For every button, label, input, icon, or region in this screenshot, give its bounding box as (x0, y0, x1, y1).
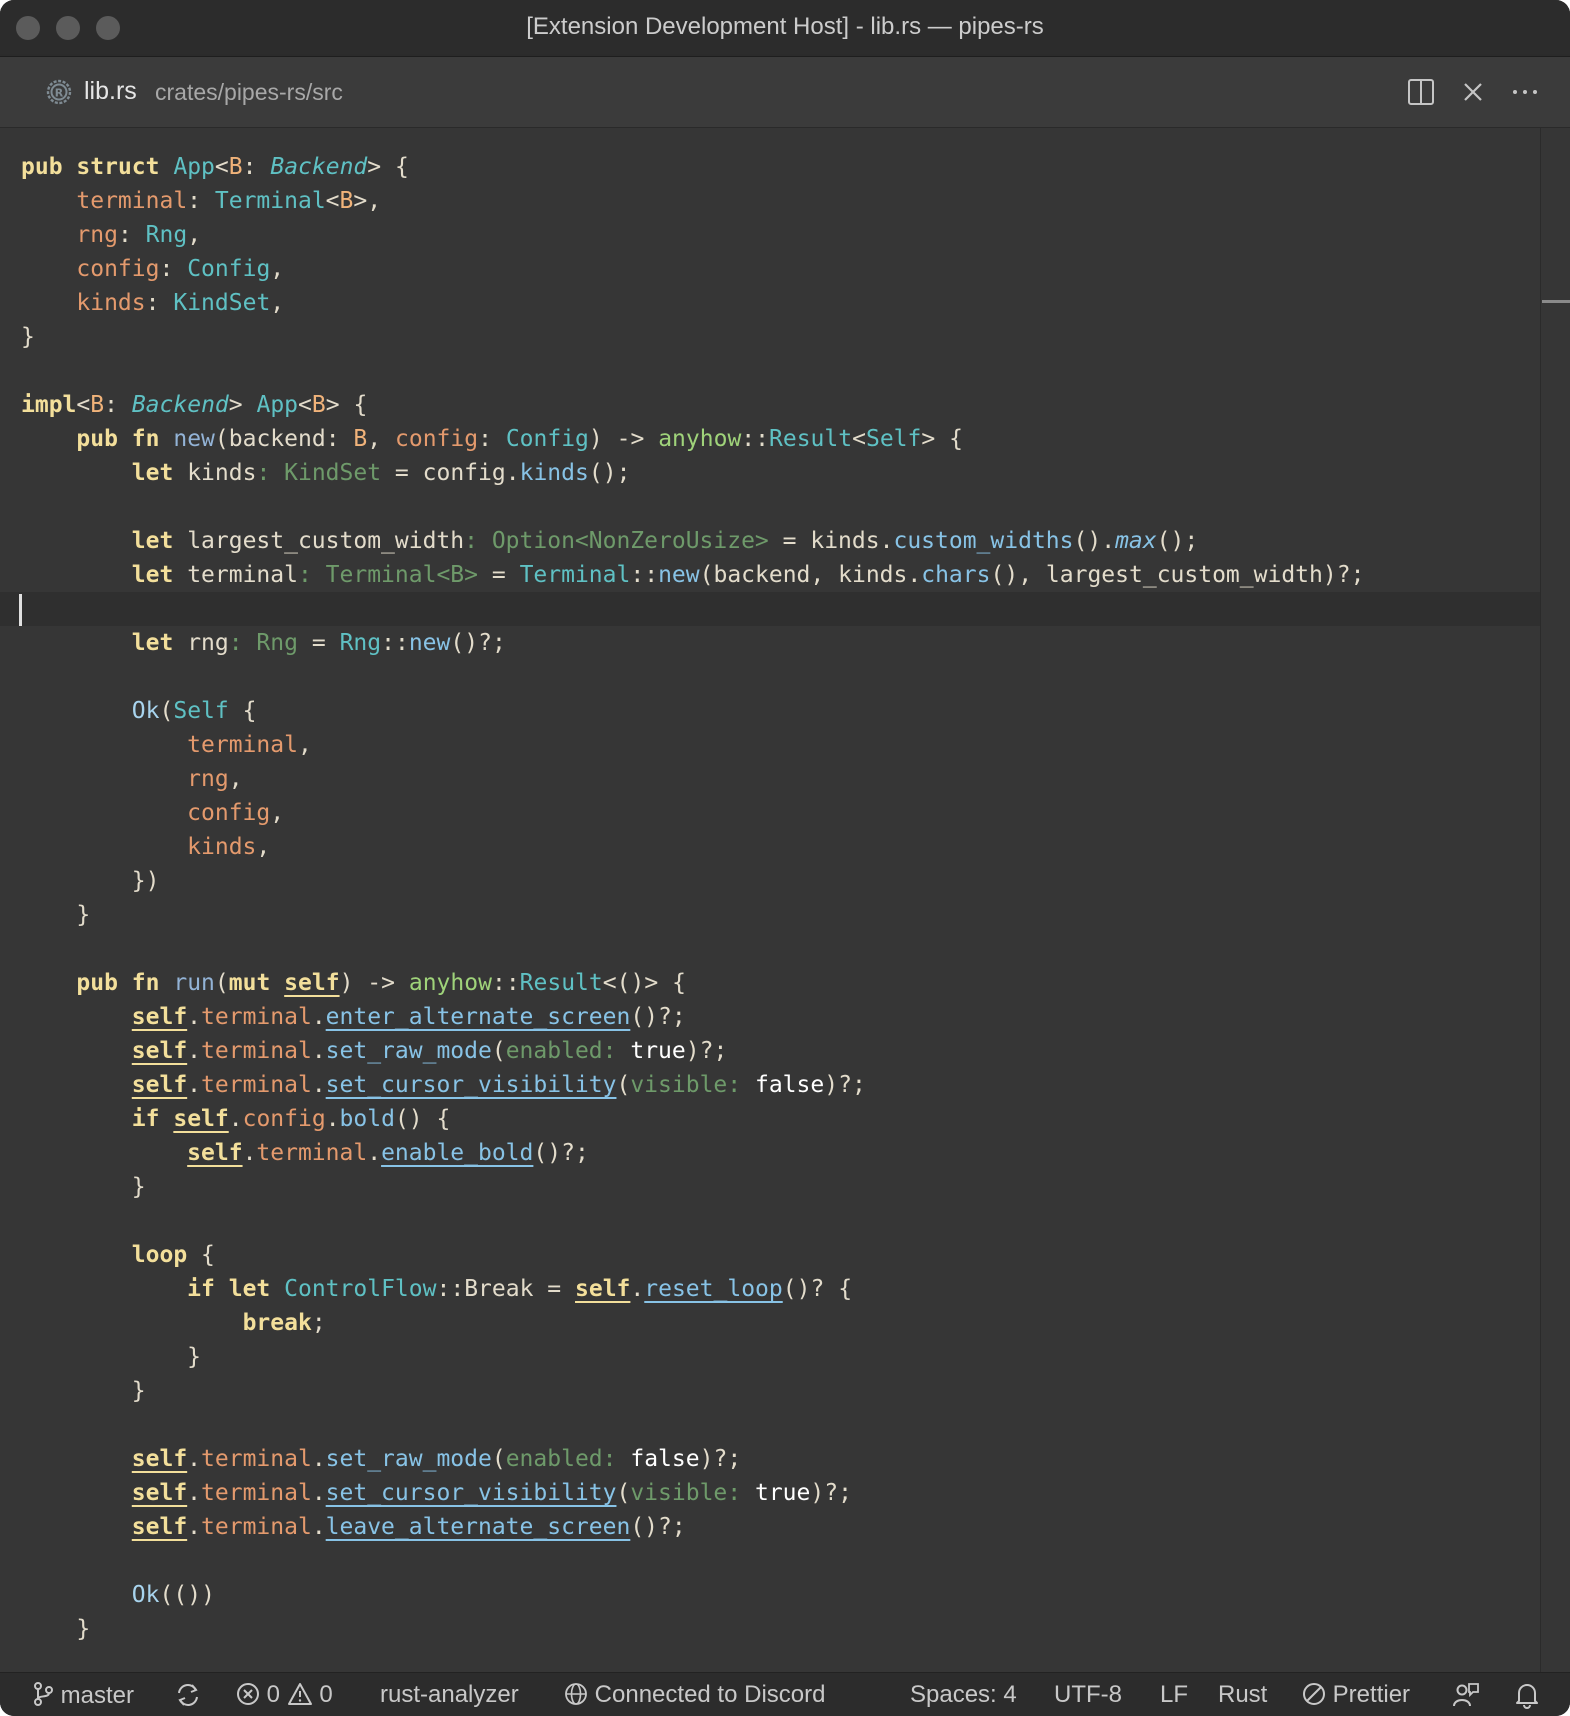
error-icon (237, 1683, 259, 1705)
warning-icon (287, 1683, 312, 1705)
code-editor[interactable]: pub struct App<B: Backend> { terminal: T… (0, 128, 1570, 1672)
code-line[interactable]: } (21, 320, 1364, 354)
code-line[interactable]: kinds, (21, 830, 1364, 864)
code-content[interactable]: pub struct App<B: Backend> { terminal: T… (21, 150, 1364, 1646)
status-bar: master 0 0 rust-analyzer Connected to Di… (0, 1672, 1570, 1716)
more-actions-icon[interactable] (1510, 77, 1540, 107)
language-server-status[interactable]: rust-analyzer (380, 1681, 519, 1709)
vertical-scrollbar[interactable] (1540, 128, 1541, 1672)
feedback-icon[interactable] (1452, 1681, 1480, 1712)
code-line[interactable]: ​ (21, 932, 1364, 966)
code-line[interactable]: config, (21, 796, 1364, 830)
prettier-status[interactable]: Prettier (1302, 1681, 1410, 1709)
title-bar: [Extension Development Host] - lib.rs — … (0, 0, 1570, 57)
code-line[interactable]: } (21, 1374, 1364, 1408)
code-line[interactable]: self.terminal.set_cursor_visibility(visi… (21, 1476, 1364, 1510)
code-line[interactable]: kinds: KindSet, (21, 286, 1364, 320)
code-line[interactable]: pub struct App<B: Backend> { (21, 150, 1364, 184)
code-line[interactable]: let rng: Rng = Rng::new()?; (21, 626, 1364, 660)
language-mode[interactable]: Rust (1218, 1681, 1267, 1709)
discord-status-label: Connected to Discord (594, 1681, 826, 1708)
code-line[interactable]: ​ (21, 1408, 1364, 1442)
code-line[interactable]: ​ (21, 1204, 1364, 1238)
code-line[interactable]: ​ (21, 592, 1364, 626)
scrollbar-cursor-marker (1542, 300, 1570, 303)
code-line[interactable]: impl<B: Backend> App<B> { (21, 388, 1364, 422)
sync-icon[interactable] (174, 1681, 202, 1712)
code-line[interactable]: self.terminal.leave_alternate_screen()?; (21, 1510, 1364, 1544)
code-line[interactable]: rng: Rng, (21, 218, 1364, 252)
code-line[interactable]: ​ (21, 354, 1364, 388)
tab-bar: R lib.rs crates/pipes-rs/src (0, 57, 1570, 128)
code-line[interactable]: loop { (21, 1238, 1364, 1272)
split-editor-icon[interactable] (1406, 77, 1436, 107)
error-count: 0 (266, 1681, 281, 1708)
code-line[interactable]: let kinds: KindSet = config.kinds(); (21, 456, 1364, 490)
code-line[interactable]: terminal: Terminal<B>, (21, 184, 1364, 218)
problems-indicator[interactable]: 0 0 (236, 1681, 333, 1709)
code-line[interactable]: ​ (21, 490, 1364, 524)
globe-icon (565, 1683, 587, 1705)
code-line[interactable]: pub fn new(backend: B, config: Config) -… (21, 422, 1364, 456)
prettier-label: Prettier (1332, 1681, 1411, 1708)
notifications-bell-icon[interactable] (1514, 1681, 1540, 1712)
window-title: [Extension Development Host] - lib.rs — … (526, 13, 1044, 40)
tab-filename[interactable]: lib.rs (84, 77, 137, 106)
indentation-status[interactable]: Spaces: 4 (910, 1681, 1017, 1709)
code-line[interactable]: if let ControlFlow::Break = self.reset_l… (21, 1272, 1364, 1306)
editor-window: [Extension Development Host] - lib.rs — … (0, 0, 1570, 1716)
code-line[interactable]: self.terminal.set_raw_mode(enabled: fals… (21, 1442, 1364, 1476)
code-line[interactable]: if self.config.bold() { (21, 1102, 1364, 1136)
code-line[interactable]: let terminal: Terminal<B> = Terminal::ne… (21, 558, 1365, 592)
discord-status[interactable]: Connected to Discord (564, 1681, 825, 1709)
encoding-status[interactable]: UTF-8 (1054, 1681, 1122, 1709)
code-line[interactable]: rng, (21, 762, 1364, 796)
code-line[interactable]: config: Config, (21, 252, 1364, 286)
code-line[interactable]: }) (21, 864, 1364, 898)
tab-path: crates/pipes-rs/src (155, 79, 343, 105)
code-line[interactable]: self.terminal.set_raw_mode(enabled: true… (21, 1034, 1364, 1068)
code-line[interactable]: Ok(()) (21, 1578, 1364, 1612)
code-line[interactable]: self.terminal.set_cursor_visibility(visi… (21, 1068, 1364, 1102)
code-line[interactable]: } (21, 1612, 1364, 1646)
close-icon[interactable] (1458, 77, 1488, 107)
code-line[interactable]: } (21, 1340, 1364, 1374)
branch-indicator[interactable]: master (32, 1681, 134, 1710)
code-line[interactable]: self.terminal.enable_bold()?; (21, 1136, 1364, 1170)
code-line[interactable]: Ok(Self { (21, 694, 1364, 728)
code-line[interactable]: ​ (21, 660, 1364, 694)
code-line[interactable]: let largest_custom_width: Option<NonZero… (21, 524, 1364, 558)
warning-count: 0 (319, 1681, 333, 1708)
eol-status[interactable]: LF (1160, 1681, 1188, 1709)
git-branch-icon (34, 1682, 53, 1706)
code-line[interactable]: ​ (21, 1544, 1364, 1578)
code-line[interactable]: } (21, 1170, 1364, 1204)
rust-icon: R (46, 79, 72, 105)
prettier-disabled-icon (1303, 1683, 1325, 1705)
code-line[interactable]: } (21, 898, 1364, 932)
code-line[interactable]: terminal, (21, 728, 1364, 762)
code-line[interactable]: break; (21, 1306, 1364, 1340)
branch-name: master (60, 1682, 135, 1709)
svg-text:R: R (55, 87, 64, 100)
code-line[interactable]: pub fn run(mut self) -> anyhow::Result<(… (21, 966, 1364, 1000)
code-line[interactable]: self.terminal.enter_alternate_screen()?; (21, 1000, 1364, 1034)
